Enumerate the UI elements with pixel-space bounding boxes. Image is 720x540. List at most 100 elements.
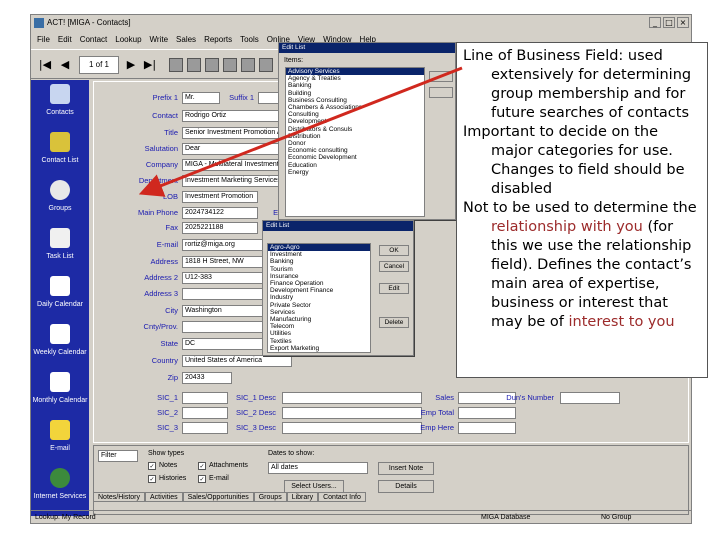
list-item[interactable]: Donor bbox=[286, 140, 424, 147]
delete-button[interactable]: Delete bbox=[379, 317, 409, 328]
menu-write[interactable]: Write bbox=[150, 32, 169, 48]
list-item[interactable]: Utilities bbox=[268, 330, 370, 337]
details-button[interactable]: Details bbox=[378, 480, 434, 493]
show-types-label: Show types bbox=[148, 450, 185, 457]
country-field[interactable]: United States of America bbox=[182, 355, 292, 367]
menu-tools[interactable]: Tools bbox=[240, 32, 259, 48]
menu-sales[interactable]: Sales bbox=[176, 32, 196, 48]
last-record-button[interactable]: ▶| bbox=[141, 56, 159, 74]
nav-item-contact-list[interactable]: Contact List bbox=[31, 132, 89, 176]
emp-here-field[interactable] bbox=[458, 422, 516, 434]
menu-lookup[interactable]: Lookup bbox=[115, 32, 141, 48]
zip-field[interactable]: 20433 bbox=[182, 372, 232, 384]
dialog-button[interactable] bbox=[429, 71, 453, 82]
list-item[interactable]: Manufacturing bbox=[268, 316, 370, 323]
cancel-button[interactable]: Cancel bbox=[379, 261, 409, 272]
list-item[interactable]: Export Marketing bbox=[268, 345, 370, 352]
sic3-label: SIC_3 bbox=[157, 423, 178, 432]
status-group: No Group bbox=[601, 514, 632, 521]
nav-bar: Contacts Contact List Groups Task List D… bbox=[31, 80, 89, 516]
tab-contact-info[interactable]: Contact Info bbox=[318, 492, 366, 502]
filter-select[interactable]: Filter bbox=[98, 450, 138, 462]
email-checkbox[interactable]: ✓ bbox=[198, 475, 206, 483]
phone-icon[interactable] bbox=[223, 58, 237, 72]
duns-field[interactable] bbox=[560, 392, 620, 404]
sic2-label: SIC_2 bbox=[157, 408, 178, 417]
edit-button[interactable]: Edit bbox=[379, 283, 409, 294]
list-item[interactable]: Energy bbox=[286, 169, 424, 176]
prev-record-button[interactable]: ◀ bbox=[57, 56, 73, 74]
list-item[interactable]: Tourism bbox=[268, 266, 370, 273]
tab-sales-opportunities[interactable]: Sales/Opportunities bbox=[182, 492, 254, 502]
list-item[interactable]: Industry bbox=[268, 294, 370, 301]
menu-file[interactable]: File bbox=[37, 32, 50, 48]
ok-button[interactable]: OK bbox=[379, 245, 409, 256]
schedule-icon[interactable] bbox=[259, 58, 273, 72]
list-item[interactable]: Banking bbox=[286, 82, 424, 89]
list-item[interactable]: Agro-Agro bbox=[268, 244, 370, 252]
list-item[interactable]: Agency & Treaties bbox=[286, 75, 424, 82]
list-item[interactable]: Distribution bbox=[286, 133, 424, 140]
list-item[interactable]: Distributors & Consuls bbox=[286, 126, 424, 133]
insert-note-button[interactable]: Insert Note bbox=[378, 462, 434, 475]
tab-notes-history[interactable]: Notes/History bbox=[93, 492, 146, 502]
emp-total-field[interactable] bbox=[458, 407, 516, 419]
first-record-button[interactable]: |◀ bbox=[37, 56, 53, 74]
nav-item-contacts[interactable]: Contacts bbox=[31, 84, 89, 128]
nav-item-daily-calendar[interactable]: Daily Calendar bbox=[31, 276, 89, 320]
nav-item-task-list[interactable]: Task List bbox=[31, 228, 89, 272]
menu-edit[interactable]: Edit bbox=[58, 32, 72, 48]
lob-field[interactable]: Investment Promotion bbox=[182, 191, 258, 203]
items-listbox[interactable]: Advisory Services Agency & Treaties Bankin… bbox=[285, 67, 425, 217]
undo-icon[interactable] bbox=[241, 58, 255, 72]
nav-item-groups[interactable]: Groups bbox=[31, 180, 89, 224]
next-record-button[interactable]: ▶ bbox=[123, 56, 139, 74]
list-item[interactable]: Textiles bbox=[268, 338, 370, 345]
list-item[interactable]: Banking bbox=[268, 258, 370, 265]
list-item[interactable]: Chambers & Associations bbox=[286, 104, 424, 111]
nav-item-email[interactable]: E-mail bbox=[31, 420, 89, 464]
tab-library[interactable]: Library bbox=[286, 492, 319, 502]
close-button[interactable]: × bbox=[677, 17, 689, 28]
list-item[interactable]: Consulting bbox=[286, 111, 424, 118]
list-item[interactable]: Business Consulting bbox=[286, 97, 424, 104]
list-item[interactable]: Finance Operation bbox=[268, 280, 370, 287]
list-item[interactable]: Insurance bbox=[268, 273, 370, 280]
nav-label: Daily Calendar bbox=[37, 301, 83, 308]
nav-item-monthly-calendar[interactable]: Monthly Calendar bbox=[31, 372, 89, 416]
histories-checkbox[interactable]: ✓ bbox=[148, 475, 156, 483]
list-item[interactable]: Telecom bbox=[268, 323, 370, 330]
list-item[interactable]: Advisory Services bbox=[286, 68, 424, 76]
list-item[interactable]: Energy bbox=[268, 352, 370, 353]
small-items-listbox[interactable]: Agro-Agro Investment Banking Tourism Insuran… bbox=[267, 243, 371, 353]
list-item[interactable]: Economic Development bbox=[286, 154, 424, 161]
list-item[interactable]: Services bbox=[268, 309, 370, 316]
list-item[interactable]: Private Sector bbox=[268, 302, 370, 309]
lookup-icon[interactable] bbox=[205, 58, 219, 72]
menu-reports[interactable]: Reports bbox=[204, 32, 232, 48]
save-icon[interactable] bbox=[169, 58, 183, 72]
list-item[interactable]: Economic consulting bbox=[286, 147, 424, 154]
menu-contact[interactable]: Contact bbox=[80, 32, 108, 48]
tab-activities[interactable]: Activities bbox=[145, 492, 183, 502]
list-icon[interactable] bbox=[187, 58, 201, 72]
list-item[interactable]: Development bbox=[286, 118, 424, 125]
dates-select[interactable]: All dates bbox=[268, 462, 368, 474]
list-item[interactable]: Development Finance bbox=[268, 287, 370, 294]
salutation-label: Salutation bbox=[144, 144, 178, 153]
tab-groups[interactable]: Groups bbox=[253, 492, 287, 502]
list-item[interactable]: Education bbox=[286, 162, 424, 169]
minimize-button[interactable]: _ bbox=[649, 17, 661, 28]
dates-label: Dates to show: bbox=[268, 450, 315, 457]
maximize-button[interactable]: □ bbox=[663, 17, 675, 28]
list-item[interactable]: Building bbox=[286, 90, 424, 97]
zip-label: Zip bbox=[167, 373, 178, 382]
duns-label: Dun's Number bbox=[506, 393, 554, 402]
nav-item-internet-services[interactable]: Internet Services bbox=[31, 468, 89, 512]
nav-item-weekly-calendar[interactable]: Weekly Calendar bbox=[31, 324, 89, 368]
list-item[interactable]: Investment bbox=[268, 251, 370, 258]
notes-check-label: Notes bbox=[159, 462, 178, 469]
dialog-button[interactable] bbox=[429, 87, 453, 98]
attachments-checkbox[interactable]: ✓ bbox=[198, 462, 206, 470]
notes-checkbox[interactable]: ✓ bbox=[148, 462, 156, 470]
